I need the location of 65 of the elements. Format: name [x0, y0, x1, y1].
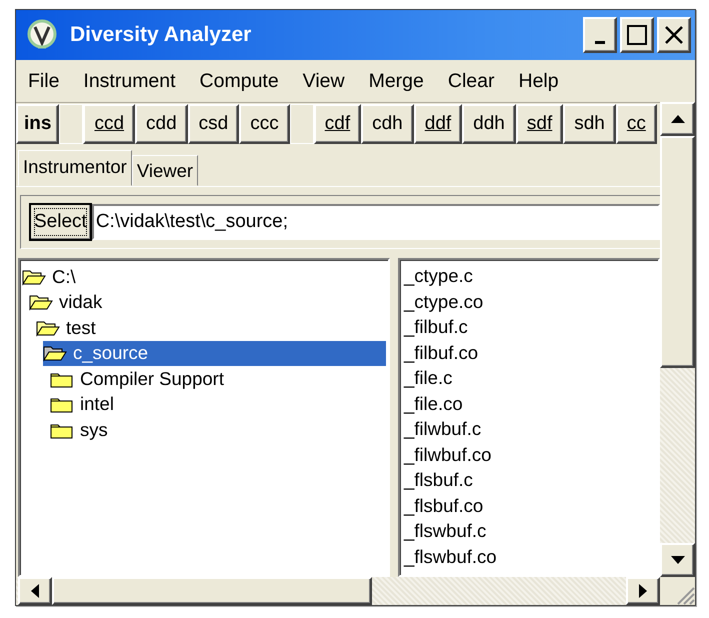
- tree-item[interactable]: sys: [50, 417, 386, 442]
- close-icon: [663, 24, 685, 46]
- minimize-icon: [595, 40, 605, 44]
- select-button[interactable]: Select: [29, 203, 92, 241]
- file-list-entry[interactable]: _ctype.co: [404, 288, 654, 314]
- menu-item[interactable]: Compute: [198, 70, 291, 92]
- menu-item[interactable]: View: [300, 70, 357, 92]
- file-list-entry[interactable]: _ctype.c: [404, 263, 654, 288]
- toolbar-button[interactable]: cdf: [314, 104, 362, 144]
- file-list-entry[interactable]: _file.c: [404, 365, 654, 390]
- tree-item[interactable]: Compiler Support: [50, 366, 386, 392]
- path-field[interactable]: C:\vidak\test\c_source;: [92, 204, 660, 240]
- scrollbar-thumb[interactable]: [660, 136, 695, 368]
- maximize-icon: [626, 24, 648, 46]
- menu-item[interactable]: Help: [516, 70, 571, 92]
- menu-item[interactable]: Instrument: [81, 70, 188, 92]
- left-arrow-icon: [31, 584, 39, 598]
- down-arrow-icon: [670, 556, 684, 564]
- file-list-entry[interactable]: _filwbuf.co: [404, 442, 654, 467]
- scroll-down-button[interactable]: [660, 543, 695, 577]
- tree-item[interactable]: C:\: [22, 264, 386, 290]
- file-list-entry[interactable]: _file.co: [404, 390, 654, 416]
- toolbar-button[interactable]: ccc: [239, 104, 290, 144]
- blank-toolbar-button[interactable]: [290, 104, 314, 144]
- toolbar-button[interactable]: ddh: [462, 104, 516, 144]
- scroll-right-button[interactable]: [626, 577, 660, 605]
- toolbar-button[interactable]: cc: [616, 104, 657, 144]
- open-folder-icon: [43, 344, 67, 362]
- up-arrow-icon: [670, 115, 684, 123]
- file-list-entry[interactable]: _filbuf.co: [404, 340, 654, 365]
- toolbar-button[interactable]: sdf: [516, 104, 564, 144]
- app-logo-icon: [26, 19, 58, 51]
- close-button[interactable]: [657, 17, 691, 53]
- scroll-left-button[interactable]: [18, 577, 52, 605]
- maximize-button[interactable]: [620, 17, 654, 53]
- toolbar-button[interactable]: sdh: [563, 104, 616, 144]
- menu-item[interactable]: Merge: [366, 70, 436, 92]
- window-title: Diversity Analyzer: [70, 23, 252, 47]
- tree-item[interactable]: vidak: [29, 290, 386, 315]
- toolbar-button[interactable]: ins: [16, 104, 60, 144]
- file-list-entry[interactable]: _flswbuf.c: [404, 518, 654, 544]
- scroll-up-button[interactable]: [660, 102, 695, 136]
- menu-item[interactable]: Clear: [446, 70, 506, 92]
- tree-item[interactable]: c_source: [43, 340, 386, 366]
- scrollbar-thumb[interactable]: [52, 577, 372, 605]
- right-arrow-icon: [639, 584, 647, 598]
- toolbar-button[interactable]: csd: [188, 104, 240, 144]
- tree-item[interactable]: test: [36, 315, 386, 340]
- minimize-button[interactable]: [583, 17, 617, 53]
- tab[interactable]: Instrumentor: [18, 150, 132, 186]
- file-list-entry[interactable]: _flswbuf.co: [404, 544, 654, 569]
- toolbar-button[interactable]: ddf: [414, 104, 462, 144]
- tab[interactable]: Viewer: [132, 155, 198, 186]
- file-list-entry[interactable]: _flsbuf.co: [404, 492, 654, 518]
- toolbar-button[interactable]: cdd: [135, 104, 188, 144]
- toolbar-button[interactable]: ccd: [83, 104, 136, 144]
- tree-item[interactable]: intel: [50, 392, 386, 417]
- open-folder-icon: [22, 268, 46, 286]
- open-folder-icon: [29, 293, 53, 312]
- open-folder-icon: [36, 318, 60, 337]
- menu-item[interactable]: File: [26, 70, 72, 92]
- file-list-entry[interactable]: _flsbuf.c: [404, 467, 654, 492]
- file-list-entry[interactable]: _filbuf.c: [404, 314, 654, 340]
- toolbar-button[interactable]: cdh: [361, 104, 414, 144]
- file-list-entry[interactable]: _filwbuf.c: [404, 416, 654, 442]
